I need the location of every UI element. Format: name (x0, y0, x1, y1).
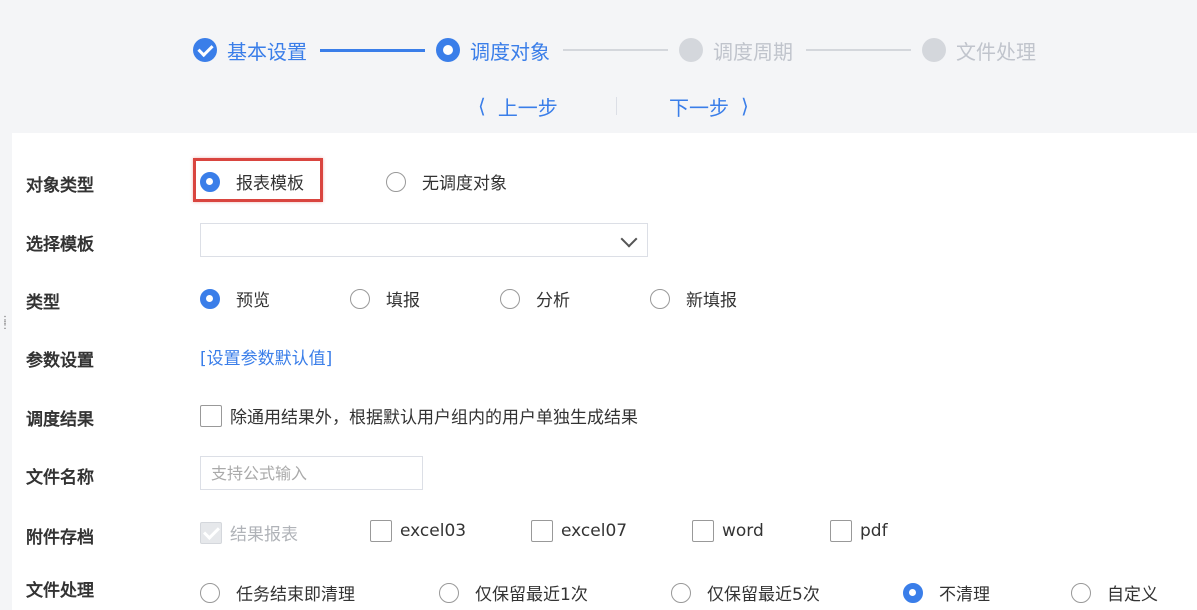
checkbox-checked-icon (200, 521, 222, 544)
checkbox-label: excel03 (400, 521, 467, 541)
checkbox-label: excel07 (561, 521, 628, 541)
step-file-handling[interactable]: 文件处理 (922, 30, 1036, 70)
check-circle-icon (193, 38, 217, 62)
step-label: 文件处理 (956, 39, 1036, 64)
filename-input[interactable] (200, 456, 423, 490)
radio-label: 报表模板 (236, 174, 304, 194)
radio-checked-icon (200, 171, 220, 192)
checkbox-excel07[interactable]: excel07 (531, 520, 627, 542)
radio-new-fill[interactable]: 新填报 (650, 286, 737, 311)
pending-dot-icon (922, 38, 946, 62)
params-label: 参数设置 (26, 351, 94, 371)
prev-step-button[interactable]: ⟨ 上一步 (478, 92, 558, 120)
radio-checked-icon (903, 582, 923, 603)
radio-custom[interactable]: 自定义 (1071, 580, 1158, 605)
prev-step-label: 上一步 (497, 95, 558, 120)
chevron-left-icon: ⟨ (478, 94, 486, 118)
step-schedule-period[interactable]: 调度周期 (679, 30, 793, 70)
attachments-label: 附件存档 (26, 528, 94, 548)
checkbox-pdf[interactable]: pdf (830, 520, 888, 542)
radio-unchecked-icon (671, 582, 691, 603)
radio-label: 不清理 (939, 585, 990, 605)
step-label: 调度对象 (470, 39, 550, 64)
step-schedule-object[interactable]: 调度对象 (436, 30, 550, 70)
radio-no-clean[interactable]: 不清理 (903, 580, 990, 605)
nav-divider (616, 97, 617, 115)
radio-checked-icon (200, 288, 220, 309)
step-label: 调度周期 (713, 39, 793, 64)
object-type-label: 对象类型 (26, 176, 94, 196)
radio-clean-on-finish[interactable]: 任务结束即清理 (200, 580, 355, 605)
set-param-defaults-link[interactable]: [设置参数默认值] (200, 344, 332, 369)
radio-unchecked-icon (650, 288, 670, 309)
checkbox-label: 结果报表 (230, 525, 298, 545)
radio-unchecked-icon (500, 288, 520, 309)
radio-unchecked-icon (200, 582, 220, 603)
radio-unchecked-icon (1071, 582, 1091, 603)
chevron-right-icon: ⟩ (741, 94, 749, 118)
radio-keep-last-5[interactable]: 仅保留最近5次 (671, 580, 820, 605)
template-select[interactable] (200, 223, 648, 257)
radio-report-template[interactable]: 报表模板 (200, 169, 304, 194)
checkbox-label: 除通用结果外，根据默认用户组内的用户单独生成结果 (230, 408, 638, 428)
next-step-button[interactable]: 下一步 ⟩ (669, 92, 749, 120)
checkbox-unchecked-icon (200, 404, 222, 427)
chevron-down-icon (620, 230, 638, 248)
checkbox-unchecked-icon (370, 520, 392, 542)
step-connector (320, 49, 425, 52)
result-per-user-checkbox[interactable]: 除通用结果外，根据默认用户组内的用户单独生成结果 (200, 403, 638, 428)
radio-label: 仅保留最近5次 (707, 585, 820, 605)
step-connector (563, 49, 668, 51)
radio-label: 新填报 (686, 291, 737, 311)
step-connector (806, 49, 911, 51)
radio-label: 自定义 (1107, 585, 1158, 605)
checkbox-label: pdf (860, 521, 888, 541)
active-dot-icon (436, 38, 460, 62)
radio-no-object[interactable]: 无调度对象 (386, 169, 507, 194)
radio-unchecked-icon (386, 171, 406, 192)
checkbox-unchecked-icon (531, 520, 553, 542)
radio-label: 仅保留最近1次 (475, 585, 588, 605)
radio-label: 预览 (236, 291, 270, 311)
filename-label: 文件名称 (26, 468, 94, 488)
radio-label: 任务结束即清理 (236, 585, 355, 605)
checkbox-result-report: 结果报表 (200, 520, 298, 545)
radio-fill[interactable]: 填报 (350, 286, 420, 311)
form-panel: 对象类型 报表模板 无调度对象 选择模板 类型 预览 填报 分析 新填报 参数设… (12, 133, 1197, 610)
radio-unchecked-icon (350, 288, 370, 309)
radio-preview[interactable]: 预览 (200, 286, 270, 311)
radio-label: 分析 (536, 291, 570, 311)
type-label: 类型 (26, 293, 60, 313)
result-label: 调度结果 (26, 410, 94, 430)
radio-keep-last-1[interactable]: 仅保留最近1次 (439, 580, 588, 605)
radio-unchecked-icon (439, 582, 459, 603)
step-label: 基本设置 (227, 39, 307, 64)
checkbox-label: word (722, 521, 764, 541)
next-step-label: 下一步 (669, 95, 729, 120)
checkbox-unchecked-icon (830, 520, 852, 542)
radio-label: 填报 (386, 291, 420, 311)
file-handling-label: 文件处理 (26, 581, 94, 601)
select-template-label: 选择模板 (26, 235, 94, 255)
checkbox-excel03[interactable]: excel03 (370, 520, 466, 542)
drag-handle-icon[interactable]: ⋮ ⋮ (0, 316, 10, 338)
radio-label: 无调度对象 (422, 174, 507, 194)
pending-dot-icon (679, 38, 703, 62)
radio-analysis[interactable]: 分析 (500, 286, 570, 311)
step-basic-settings[interactable]: 基本设置 (193, 30, 307, 70)
checkbox-word[interactable]: word (692, 520, 764, 542)
checkbox-unchecked-icon (692, 520, 714, 542)
